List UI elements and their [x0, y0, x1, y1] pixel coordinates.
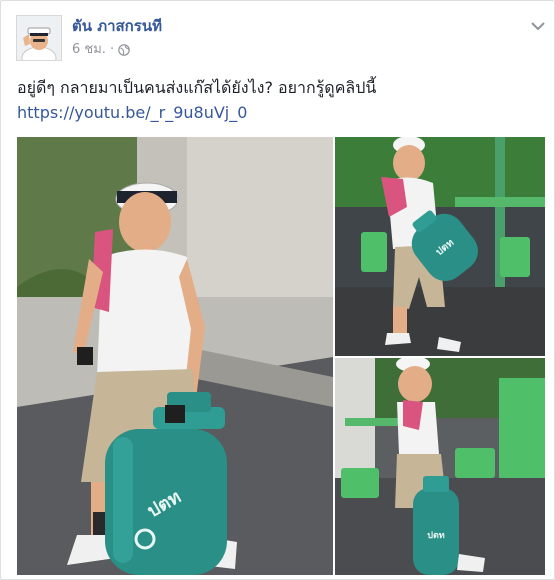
- meta-separator: ·: [109, 42, 115, 57]
- post-body-text: อยู่ดีๆ กลายมาเป็นคนส่งแก๊สได้ยังไง? อยา…: [17, 78, 377, 97]
- profile-picture: [17, 16, 61, 60]
- author-name[interactable]: ตัน ภาสกรนที: [72, 16, 162, 36]
- globe-icon: [118, 44, 130, 56]
- post-photo-bottom-right[interactable]: ปตท: [335, 358, 545, 575]
- tank-logo-text-3: ปตท: [427, 530, 445, 541]
- post-photo-main[interactable]: ปตท: [17, 137, 333, 575]
- post-message: อยู่ดีๆ กลายมาเป็นคนส่งแก๊สได้ยังไง? อยา…: [17, 77, 537, 124]
- post-photo-top-right[interactable]: ปตท: [335, 137, 545, 356]
- avatar[interactable]: [16, 15, 62, 61]
- post-card: ตัน ภาสกรนที 6 ชม. · อยู่ดีๆ กลายมาเป็นค…: [0, 0, 555, 580]
- post-menu-button[interactable]: [530, 17, 546, 31]
- post-timestamp[interactable]: 6 ชม.: [72, 41, 106, 59]
- post-link[interactable]: https://youtu.be/_r_9u8uVj_0: [17, 102, 537, 124]
- post-meta: 6 ชม. ·: [72, 41, 130, 59]
- chevron-down-icon: [531, 22, 545, 31]
